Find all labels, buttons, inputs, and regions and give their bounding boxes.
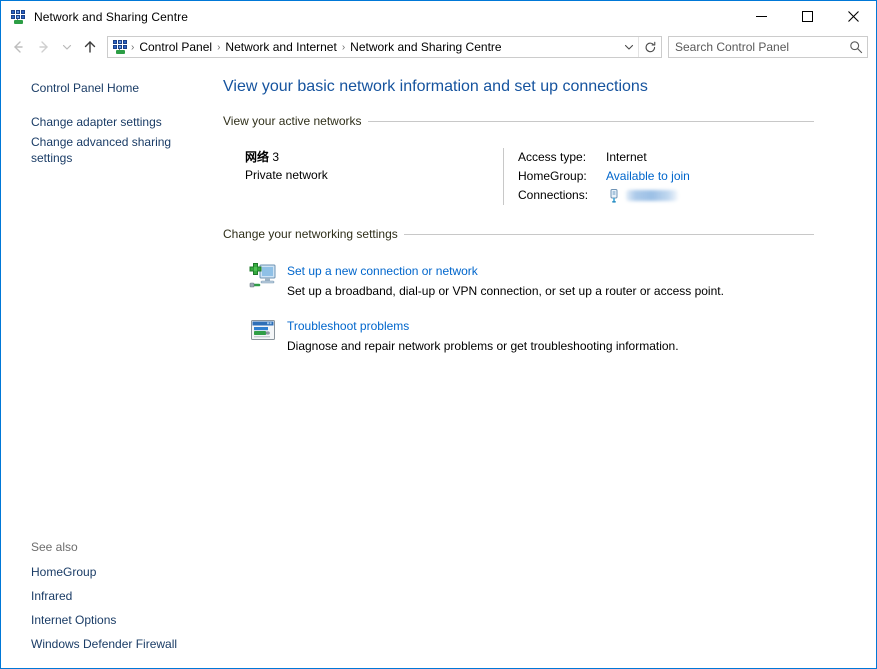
page-title: View your basic network information and … bbox=[223, 78, 648, 95]
troubleshoot-icon bbox=[247, 316, 279, 348]
network-name: 网络 3 bbox=[245, 148, 503, 166]
address-network-sharing-icon bbox=[112, 39, 128, 55]
minimize-button[interactable] bbox=[738, 1, 784, 32]
access-type-label: Access type: bbox=[518, 150, 587, 164]
left-navigation-pane: Control Panel Home Change adapter settin… bbox=[1, 62, 223, 668]
set-up-new-connection-description: Set up a broadband, dial-up or VPN conne… bbox=[287, 284, 724, 298]
action-set-up-new-connection: Set up a new connection or network Set u… bbox=[223, 261, 814, 316]
sidebar-item-control-panel-home[interactable]: Control Panel Home bbox=[1, 78, 223, 98]
see-also-section: See also HomeGroup Infrared Internet Opt… bbox=[1, 538, 223, 656]
sidebar-item-change-advanced-sharing-settings[interactable]: Change advanced sharing settings bbox=[1, 132, 223, 168]
active-networks-heading: View your active networks bbox=[223, 114, 814, 128]
address-chevron-down-icon[interactable] bbox=[620, 37, 638, 57]
troubleshoot-text: Troubleshoot problems Diagnose and repai… bbox=[287, 316, 679, 355]
sidebar-item-change-adapter-settings[interactable]: Change adapter settings bbox=[1, 112, 223, 132]
address-bar[interactable]: › Control Panel › Network and Internet ›… bbox=[107, 36, 662, 58]
active-networks-heading-text: View your active networks bbox=[223, 114, 362, 128]
close-button[interactable] bbox=[830, 1, 876, 32]
see-also-item-homegroup[interactable]: HomeGroup bbox=[1, 560, 223, 584]
network-sharing-centre-window: Network and Sharing Centre › Control Pan… bbox=[0, 0, 877, 669]
new-connection-icon bbox=[247, 261, 279, 293]
see-also-heading: See also bbox=[31, 540, 78, 554]
new-connection-text: Set up a new connection or network Set u… bbox=[287, 261, 724, 300]
detail-row-homegroup: HomeGroup: Available to join bbox=[518, 167, 814, 186]
homegroup-label: HomeGroup: bbox=[518, 169, 587, 183]
see-also-item-infrared[interactable]: Infrared bbox=[1, 584, 223, 608]
forward-button[interactable] bbox=[31, 35, 57, 59]
search-box[interactable] bbox=[668, 36, 868, 58]
access-type-value: Internet bbox=[606, 150, 647, 164]
section-divider bbox=[403, 233, 814, 235]
connections-label: Connections: bbox=[518, 188, 589, 202]
networking-settings-heading: Change your networking settings bbox=[223, 227, 814, 241]
maximize-button[interactable] bbox=[784, 1, 830, 32]
breadcrumb-item-network-and-internet[interactable]: Network and Internet bbox=[221, 38, 340, 56]
see-also-item-windows-defender-firewall[interactable]: Windows Defender Firewall bbox=[1, 632, 223, 656]
navigation-bar: › Control Panel › Network and Internet ›… bbox=[1, 32, 876, 62]
network-details-divider bbox=[503, 148, 504, 205]
refresh-icon[interactable] bbox=[638, 37, 661, 57]
network-details: Access type: Internet HomeGroup: Availab… bbox=[518, 148, 814, 205]
network-sharing-icon bbox=[10, 9, 26, 25]
networking-settings-section: Change your networking settings Set up a… bbox=[223, 215, 814, 371]
see-also-item-internet-options[interactable]: Internet Options bbox=[1, 608, 223, 632]
set-up-new-connection-link[interactable]: Set up a new connection or network bbox=[287, 263, 478, 280]
homegroup-available-to-join-link[interactable]: Available to join bbox=[606, 167, 690, 186]
up-button[interactable] bbox=[77, 35, 103, 59]
title-bar: Network and Sharing Centre bbox=[1, 1, 876, 32]
recent-locations-chevron-down-icon[interactable] bbox=[57, 35, 77, 59]
content-area: Control Panel Home Change adapter settin… bbox=[1, 62, 876, 668]
breadcrumb-item-network-and-sharing-centre[interactable]: Network and Sharing Centre bbox=[346, 38, 505, 56]
search-icon[interactable] bbox=[845, 37, 867, 57]
network-name-text: 网络 bbox=[245, 150, 270, 164]
network-adapter-icon bbox=[606, 188, 622, 204]
main-content-pane: View your basic network information and … bbox=[223, 62, 876, 668]
breadcrumb: › Control Panel › Network and Internet ›… bbox=[130, 38, 620, 56]
networking-settings-heading-text: Change your networking settings bbox=[223, 227, 398, 241]
window-controls bbox=[738, 1, 876, 32]
active-network-entry: 网络 3 Private network Access type: Intern… bbox=[223, 134, 814, 215]
detail-row-connections: Connections: bbox=[518, 186, 814, 205]
back-button[interactable] bbox=[5, 35, 31, 59]
connection-name-redacted[interactable] bbox=[626, 190, 678, 201]
detail-row-access-type: Access type: Internet bbox=[518, 148, 814, 167]
troubleshoot-problems-link[interactable]: Troubleshoot problems bbox=[287, 318, 409, 335]
search-input[interactable] bbox=[669, 40, 845, 54]
network-name-number: 3 bbox=[272, 150, 280, 164]
troubleshoot-problems-description: Diagnose and repair network problems or … bbox=[287, 339, 679, 353]
settings-spacer bbox=[223, 247, 814, 261]
section-divider bbox=[367, 120, 814, 122]
action-troubleshoot-problems: Troubleshoot problems Diagnose and repai… bbox=[223, 316, 814, 371]
network-type: Private network bbox=[245, 168, 328, 182]
window-title: Network and Sharing Centre bbox=[34, 9, 189, 24]
breadcrumb-item-control-panel[interactable]: Control Panel bbox=[135, 38, 216, 56]
network-identity: 网络 3 Private network bbox=[223, 148, 503, 205]
